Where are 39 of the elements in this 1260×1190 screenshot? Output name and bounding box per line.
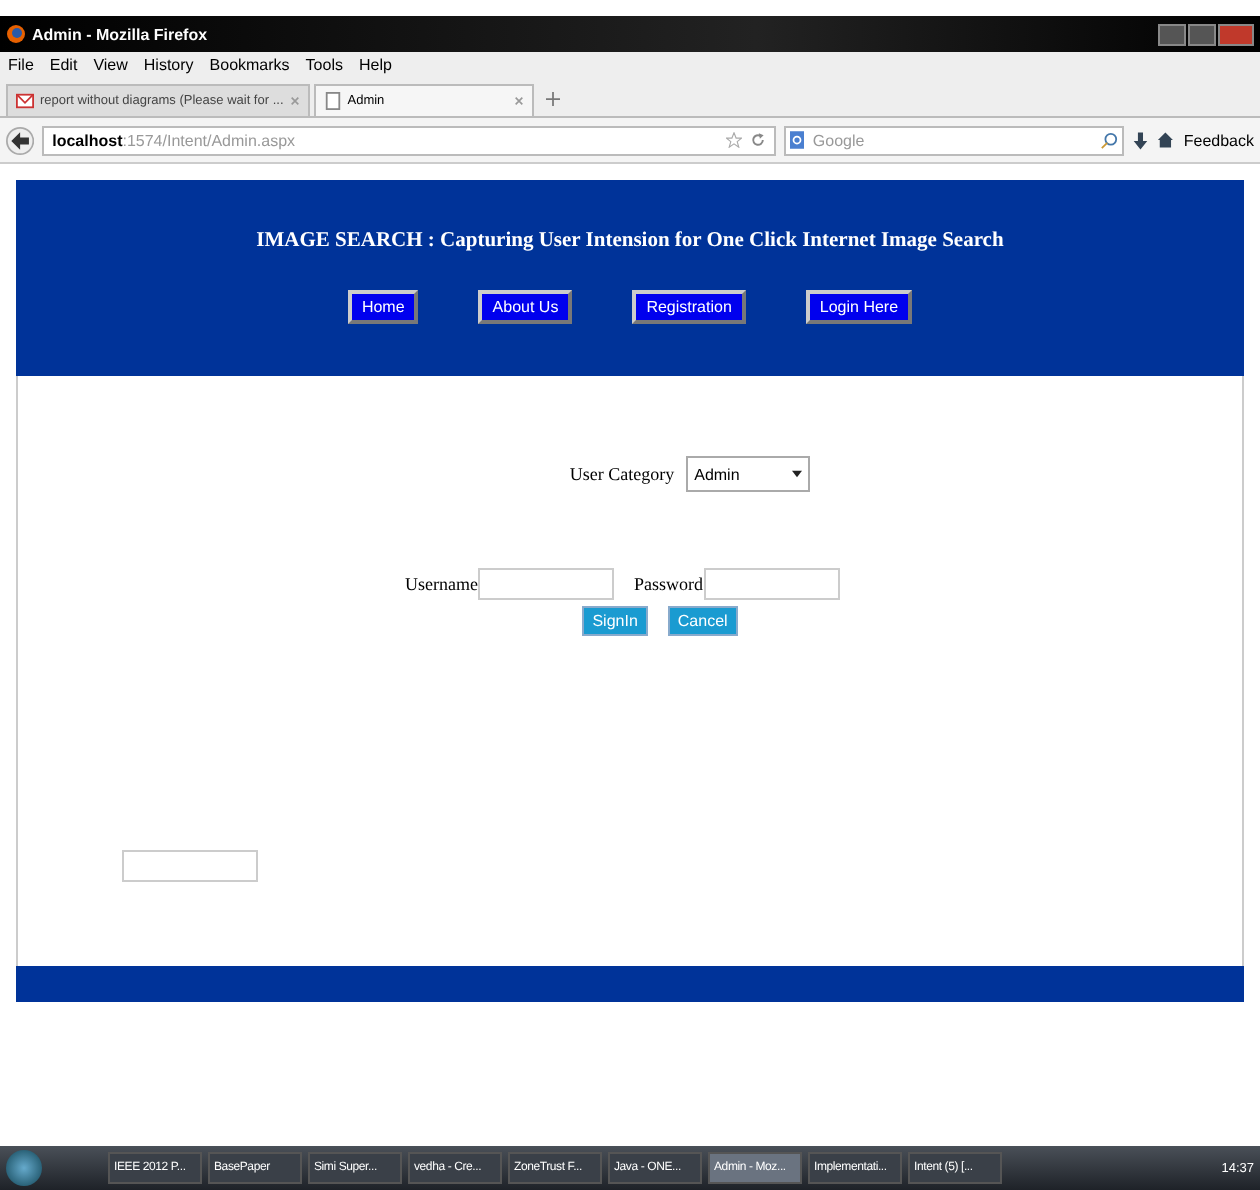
menu-item[interactable]: File bbox=[8, 56, 34, 74]
category-dropdown[interactable]: Admin bbox=[686, 456, 811, 492]
field-label: Password bbox=[633, 574, 703, 594]
text-field[interactable] bbox=[122, 850, 258, 882]
menu-item[interactable]: Help bbox=[358, 56, 392, 74]
maximize-button[interactable] bbox=[1188, 23, 1216, 45]
firefox-icon bbox=[6, 24, 26, 44]
close-button[interactable] bbox=[1218, 23, 1254, 45]
address-field[interactable]: localhost:1574/Intent/Admin.aspx bbox=[42, 125, 777, 155]
nav-button[interactable]: About Us bbox=[478, 290, 573, 324]
back-icon[interactable] bbox=[6, 125, 35, 155]
menu-item[interactable]: Tools bbox=[305, 56, 343, 74]
nav-button[interactable]: Home bbox=[347, 290, 419, 324]
mail-icon bbox=[16, 92, 34, 110]
new-tab-icon[interactable] bbox=[545, 92, 560, 106]
reload-icon[interactable] bbox=[750, 132, 767, 148]
start-button[interactable] bbox=[6, 1150, 42, 1186]
download-icon[interactable] bbox=[1132, 131, 1149, 149]
star-icon[interactable] bbox=[726, 132, 743, 148]
close-tab-icon[interactable] bbox=[513, 96, 524, 106]
menu-item[interactable]: History bbox=[143, 56, 194, 74]
search-icon[interactable] bbox=[1100, 131, 1118, 149]
menu-item[interactable]: Edit bbox=[49, 56, 78, 74]
home-icon[interactable] bbox=[1156, 130, 1176, 150]
page-icon bbox=[323, 92, 342, 110]
password-field[interactable] bbox=[703, 568, 839, 600]
feedback-button[interactable]: Feedback bbox=[1183, 131, 1255, 149]
window-title: Admin - Mozilla Firefox bbox=[32, 25, 208, 43]
dropdown-arrow-icon bbox=[792, 470, 803, 478]
field-label: User Category bbox=[569, 464, 675, 484]
minimize-button[interactable] bbox=[1158, 23, 1186, 45]
search-engine-icon bbox=[790, 130, 805, 150]
menu-item[interactable]: Bookmarks bbox=[209, 56, 290, 74]
nav-button[interactable]: Registration bbox=[632, 290, 746, 324]
field-label: Username bbox=[405, 574, 478, 594]
menu-item[interactable]: View bbox=[93, 56, 128, 74]
page-title: IMAGE SEARCH : Capturing User Intension for One Click Internet Image Search bbox=[256, 230, 1004, 252]
username-field[interactable] bbox=[477, 568, 614, 600]
nav-button[interactable]: Login Here bbox=[805, 290, 913, 324]
